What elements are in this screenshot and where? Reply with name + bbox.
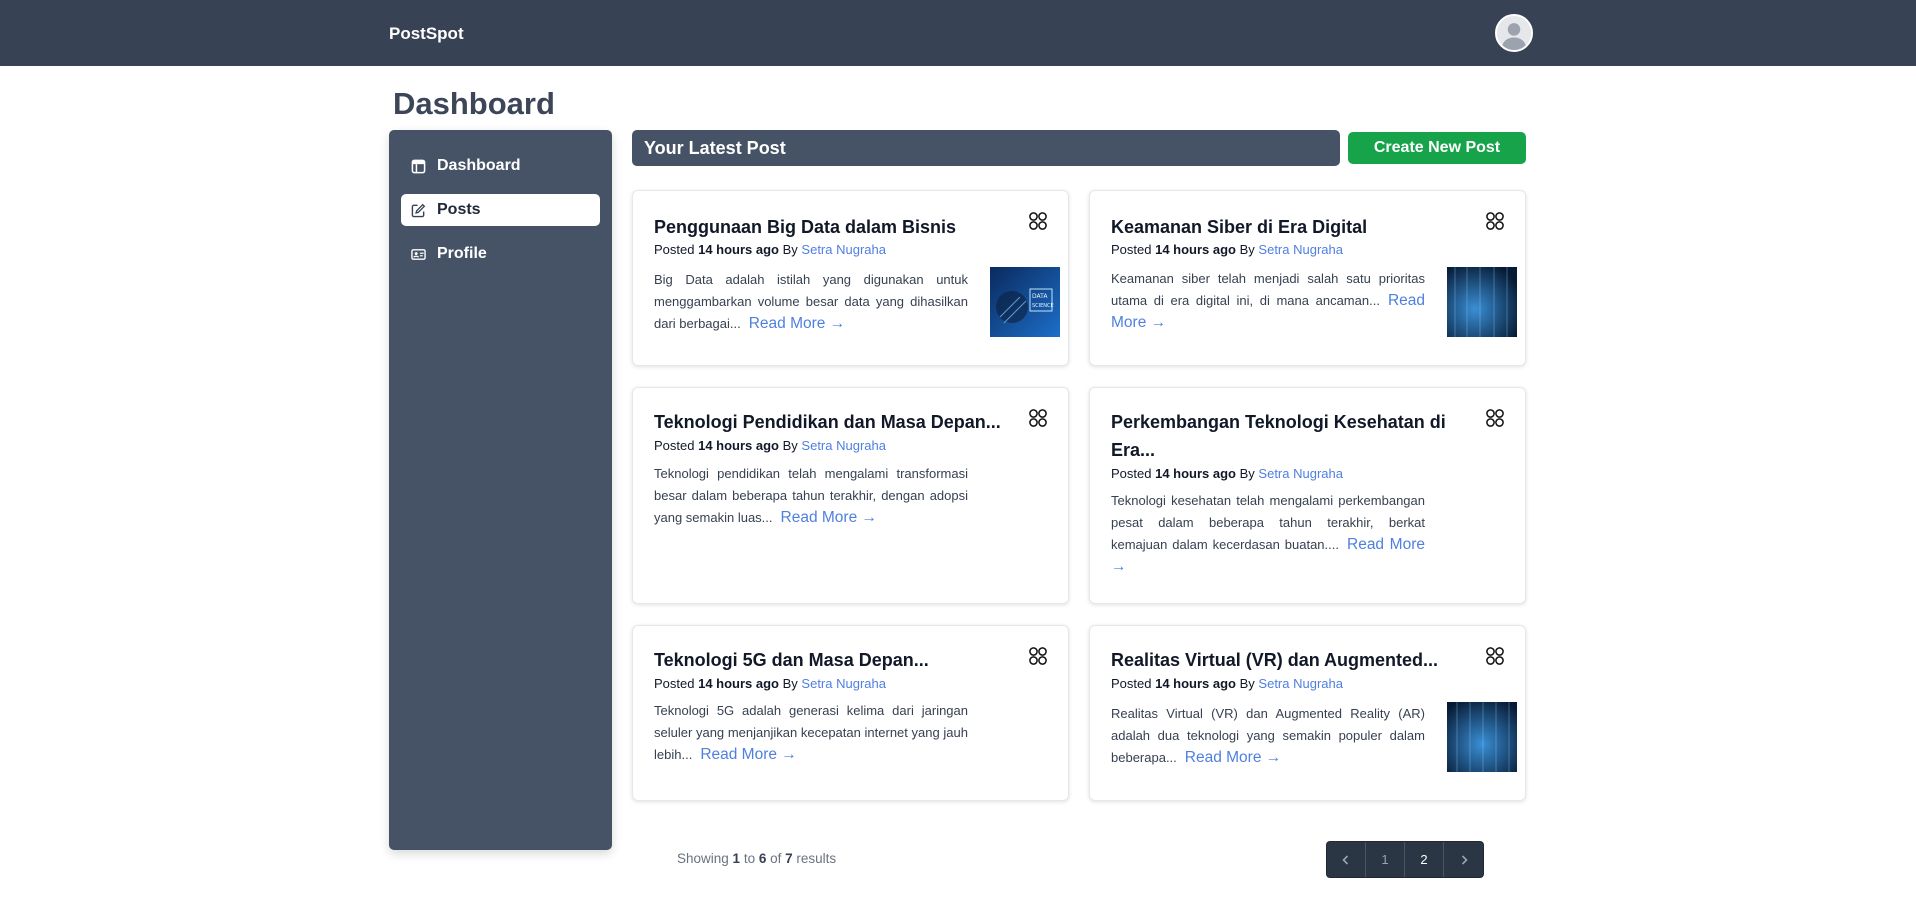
post-thumbnail[interactable] xyxy=(1447,702,1517,772)
post-excerpt: Teknologi kesehatan telah mengalami perk… xyxy=(1111,493,1425,575)
post-card: Teknologi 5G dan Masa Depan... Posted 14… xyxy=(632,625,1069,801)
post-thumbnail[interactable] xyxy=(1447,267,1517,337)
page-title: Dashboard xyxy=(393,86,555,121)
post-meta: Posted 14 hours ago By Setra Nugraha xyxy=(1111,242,1343,257)
page-button-2[interactable]: 2 xyxy=(1405,842,1444,877)
options-icon[interactable] xyxy=(1485,408,1505,428)
options-icon[interactable] xyxy=(1485,211,1505,231)
post-meta: Posted 14 hours ago By Setra Nugraha xyxy=(654,438,886,453)
post-meta: Posted 14 hours ago By Setra Nugraha xyxy=(654,676,886,691)
sidebar-item-label: Posts xyxy=(437,201,481,218)
page-button-1[interactable]: 1 xyxy=(1366,842,1405,877)
post-author-link[interactable]: Setra Nugraha xyxy=(1258,466,1343,481)
prev-page-button[interactable] xyxy=(1327,842,1366,877)
post-card: Realitas Virtual (VR) dan Augmented... P… xyxy=(1089,625,1526,801)
latest-post-header: Your Latest Post xyxy=(632,130,1340,166)
sidebar: Dashboard Posts Profile xyxy=(389,130,612,850)
post-time: 14 hours ago xyxy=(1155,676,1237,691)
options-icon[interactable] xyxy=(1485,646,1505,666)
post-author-link[interactable]: Setra Nugraha xyxy=(801,438,886,453)
post-excerpt: Teknologi 5G adalah generasi kelima dari… xyxy=(654,703,968,763)
id-card-icon xyxy=(411,247,426,262)
sidebar-item-profile[interactable]: Profile xyxy=(401,238,600,270)
post-author-link[interactable]: Setra Nugraha xyxy=(1258,242,1343,257)
chevron-left-icon xyxy=(1342,854,1349,865)
dashboard-icon xyxy=(411,159,426,174)
read-more-link[interactable]: Read More → xyxy=(749,315,845,332)
options-icon[interactable] xyxy=(1028,211,1048,231)
post-author-link[interactable]: Setra Nugraha xyxy=(1258,676,1343,691)
post-author-link[interactable]: Setra Nugraha xyxy=(801,676,886,691)
post-meta: Posted 14 hours ago By Setra Nugraha xyxy=(654,242,886,257)
post-card: Teknologi Pendidikan dan Masa Depan... P… xyxy=(632,387,1069,604)
post-meta: Posted 14 hours ago By Setra Nugraha xyxy=(1111,466,1343,481)
read-more-link[interactable]: Read More → xyxy=(781,509,877,526)
post-card: Penggunaan Big Data dalam Bisnis Posted … xyxy=(632,190,1069,366)
svg-text:DATA: DATA xyxy=(1032,293,1048,300)
post-card: Perkembangan Teknologi Kesehatan di Era.… xyxy=(1089,387,1526,604)
read-more-link[interactable]: Read More → xyxy=(700,746,796,763)
svg-text:SCIENCE: SCIENCE xyxy=(1032,303,1054,309)
post-excerpt: Teknologi pendidikan telah mengalami tra… xyxy=(654,466,968,526)
post-time: 14 hours ago xyxy=(698,676,780,691)
post-excerpt: Realitas Virtual (VR) dan Augmented Real… xyxy=(1111,706,1425,766)
post-title[interactable]: Keamanan Siber di Era Digital xyxy=(1111,213,1367,241)
post-time: 14 hours ago xyxy=(698,438,780,453)
post-title[interactable]: Perkembangan Teknologi Kesehatan di Era.… xyxy=(1111,408,1451,464)
create-new-post-button[interactable]: Create New Post xyxy=(1348,132,1526,164)
top-navbar: PostSpot xyxy=(0,0,1916,66)
sidebar-item-label: Profile xyxy=(437,245,487,262)
results-summary: Showing 1 to 6 of 7 results xyxy=(677,851,837,866)
post-excerpt: Big Data adalah istilah yang digunakan u… xyxy=(654,272,968,332)
post-title[interactable]: Penggunaan Big Data dalam Bisnis xyxy=(654,213,956,241)
edit-icon xyxy=(411,203,426,218)
post-meta: Posted 14 hours ago By Setra Nugraha xyxy=(1111,676,1343,691)
post-excerpt: Keamanan siber telah menjadi salah satu … xyxy=(1111,271,1425,331)
sidebar-item-posts[interactable]: Posts xyxy=(401,194,600,226)
post-time: 14 hours ago xyxy=(1155,466,1237,481)
user-avatar[interactable] xyxy=(1495,14,1533,52)
post-time: 14 hours ago xyxy=(698,242,780,257)
brand-logo[interactable]: PostSpot xyxy=(389,24,464,44)
post-title[interactable]: Teknologi 5G dan Masa Depan... xyxy=(654,646,929,674)
post-time: 14 hours ago xyxy=(1155,242,1237,257)
post-title[interactable]: Realitas Virtual (VR) dan Augmented... xyxy=(1111,646,1438,674)
post-thumbnail[interactable]: DATA SCIENCE xyxy=(990,267,1060,337)
read-more-link[interactable]: Read More → xyxy=(1185,749,1281,766)
sidebar-item-dashboard[interactable]: Dashboard xyxy=(401,150,600,182)
post-author-link[interactable]: Setra Nugraha xyxy=(801,242,886,257)
options-icon[interactable] xyxy=(1028,408,1048,428)
sidebar-item-label: Dashboard xyxy=(437,157,521,174)
pagination: 1 2 xyxy=(1326,841,1484,878)
chevron-right-icon xyxy=(1461,854,1468,865)
next-page-button[interactable] xyxy=(1444,842,1483,877)
options-icon[interactable] xyxy=(1028,646,1048,666)
post-title[interactable]: Teknologi Pendidikan dan Masa Depan... xyxy=(654,408,1001,436)
post-card: Keamanan Siber di Era Digital Posted 14 … xyxy=(1089,190,1526,366)
